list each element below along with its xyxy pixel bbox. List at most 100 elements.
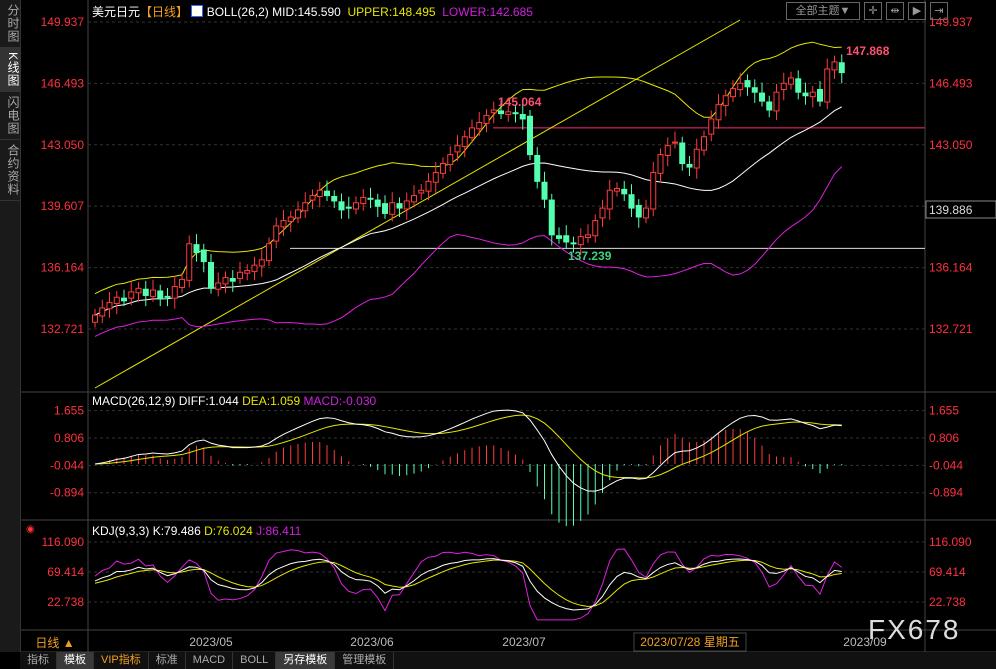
period-button[interactable]: 日线 ▲ [22,635,88,651]
candle [106,302,113,310]
boll-lower-line [94,166,843,337]
candle [440,163,446,174]
kdj-tick: 22.738 [929,595,966,609]
candle [425,180,432,192]
candle [657,154,664,174]
candle [135,287,142,294]
play-icon[interactable]: ▶ [908,2,926,20]
candle [222,277,229,285]
price-tick: 136.164 [929,261,973,275]
candle [809,91,816,98]
crosshair-icon[interactable]: ✛ [864,2,882,20]
move-right-icon[interactable]: ⇥ [930,2,948,20]
kdj-k: K:79.486 [152,524,201,538]
candle [621,188,628,195]
candle [316,189,323,198]
candle [715,104,722,121]
candle [396,203,403,209]
price-tick: 149.937 [41,15,85,29]
chart-area[interactable]: 149.937 149.937146.493 146.493143.050 143.0… [21,0,996,652]
symbol-name: 美元日元 [92,5,141,19]
candle [693,148,700,169]
candle [737,82,744,91]
theme-select[interactable]: 全部主题▼ [786,2,860,20]
current-price: 139.886 [929,203,973,217]
sidebar-tab[interactable]: K线图 [0,48,20,93]
candle [664,145,671,156]
candle [179,278,185,288]
price-tick: 139.607 [41,199,85,213]
candle [382,203,388,214]
candle [490,109,497,114]
candle [599,207,606,219]
macd-name: MACD(26,12,9) [92,394,176,408]
candle [635,204,642,218]
candle [759,92,765,102]
candle [773,91,780,112]
macd-tick: 1.655 [929,404,959,418]
sidebar-tab[interactable]: 闪电图 [0,92,20,141]
candle [548,199,555,236]
candle [229,278,236,282]
sidebar-tab[interactable]: 分时图 [0,0,20,48]
bottom-tab[interactable]: BOLL [233,652,277,669]
candle [113,296,120,304]
settings-dot-icon[interactable]: ◉ [26,524,35,535]
bottom-tab[interactable]: 模板 [57,652,94,669]
candle [476,122,483,130]
candle [193,244,200,254]
candle [606,189,613,210]
kdj-tick: 69.414 [47,565,84,579]
kdj-name: KDJ(9,3,3) [92,524,150,538]
candle [287,216,294,222]
candle [345,206,352,209]
bottom-tab[interactable]: 指标 [20,652,57,669]
candle [824,68,831,103]
bottom-tab[interactable]: 管理模板 [335,652,395,669]
candle [418,189,425,194]
period-label: 【日线】 [140,5,189,19]
candle [802,92,809,97]
candle [389,202,396,215]
sidebar-tab[interactable]: 合约资料 [0,140,20,202]
macd-tick: 0.806 [54,431,84,445]
price-tick: 143.050 [41,138,85,152]
bottom-tab[interactable]: 标准 [149,652,186,669]
candle [722,95,729,107]
macd-diff: DIFF:1.044 [178,394,239,408]
macd-tick: 1.655 [54,404,84,418]
candle [614,187,620,192]
boll-mid: MID:145.590 [272,5,341,19]
macd-tick: 0.806 [929,431,959,445]
bottom-tab[interactable]: MACD [186,652,234,669]
candle [563,235,570,243]
time-tick: 2023/06 [350,635,394,649]
candle [295,209,301,219]
price-tick: 136.164 [41,261,85,275]
diff-line [94,409,842,492]
candle [142,288,149,296]
bottom-tab[interactable]: 另存模板 [276,652,336,669]
macd-dea: DEA:1.059 [242,394,301,408]
candle [570,242,577,245]
time-tick: 2023/07 [502,635,546,649]
bottom-tab[interactable]: VIP指标 [94,652,149,669]
candle [244,269,251,274]
candle [556,235,562,239]
candle [838,62,845,74]
kdj-tick: 116.090 [929,535,972,549]
candle [215,282,222,290]
candle [831,61,838,71]
macd-value: MACD:-0.030 [303,394,377,408]
time-cursor-label: 2023/07/28 星期五 [640,635,739,649]
boll-upper: UPPER:148.495 [347,5,436,19]
candle [251,264,258,272]
candle [374,199,381,207]
candle [672,141,678,144]
zoom-range-icon[interactable]: ⇹ [886,2,904,20]
candle [171,286,178,299]
candle [505,111,512,115]
candle [512,112,519,115]
candle [403,200,410,210]
candle [128,291,135,299]
